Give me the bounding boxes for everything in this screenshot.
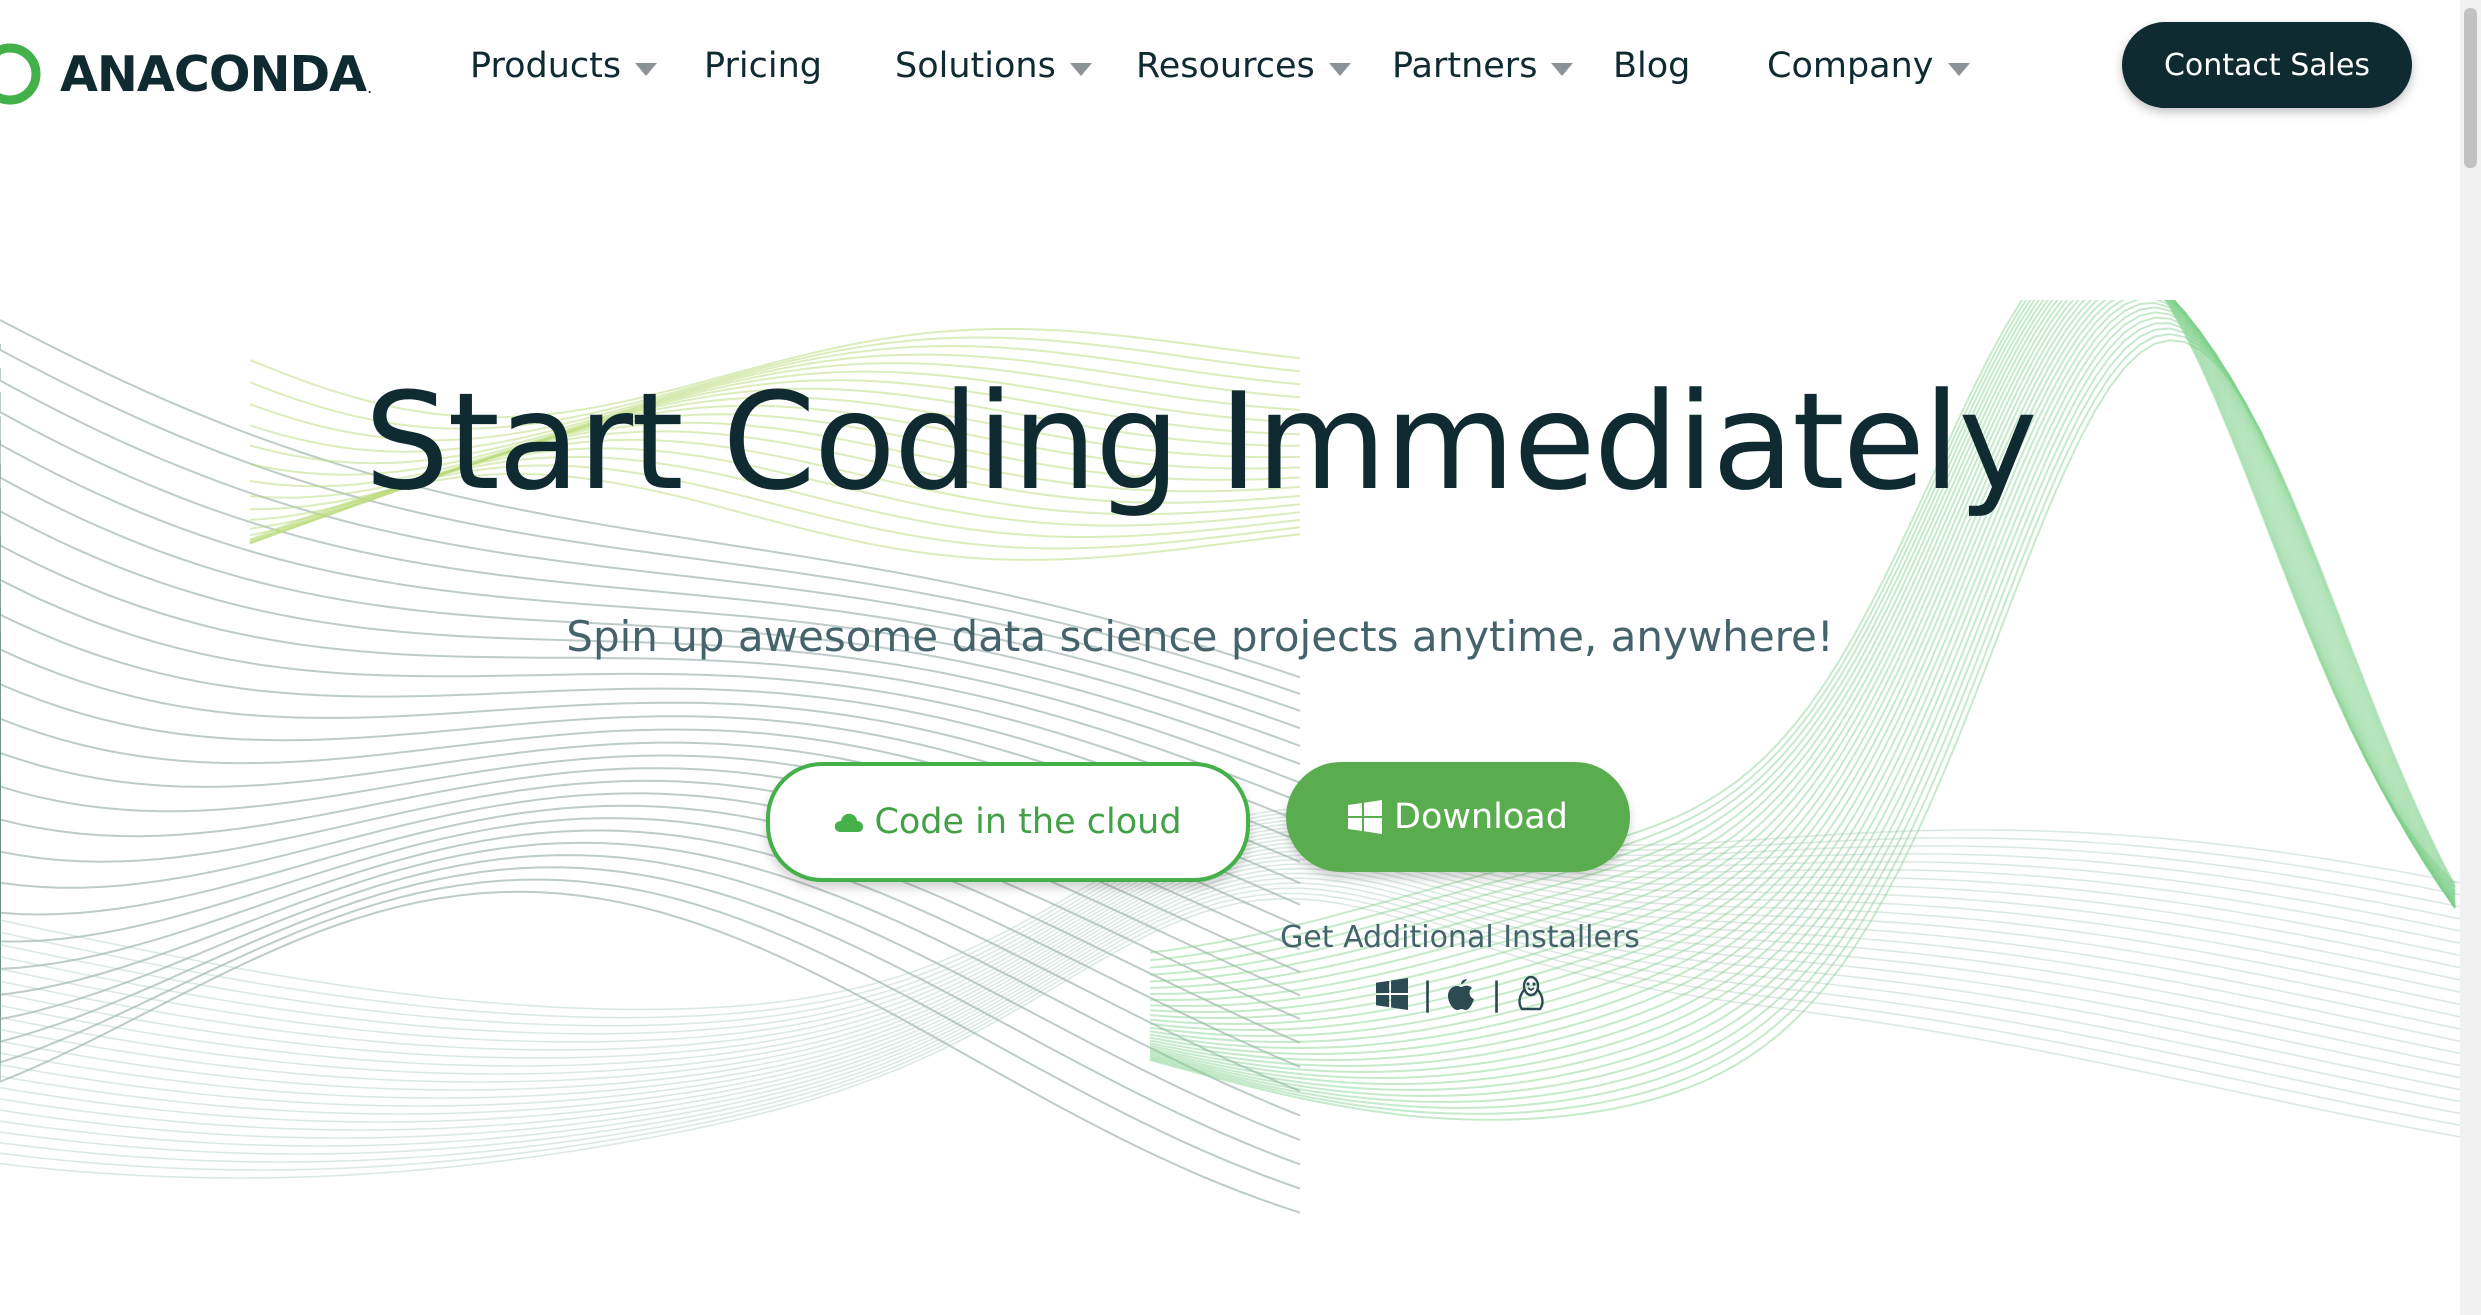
download-button[interactable]: Download <box>1286 762 1630 872</box>
windows-installer-link[interactable] <box>1376 978 1408 1010</box>
site-header: ANACONDA . Products Pricing Solutions Re… <box>0 0 2460 140</box>
nav-item-label: Blog <box>1613 46 1691 86</box>
nav-item-company[interactable]: Company <box>1767 38 1970 94</box>
nav-item-label: Partners <box>1392 46 1538 86</box>
installer-os-links: | | <box>1376 972 1546 1016</box>
cloud-icon <box>835 813 864 832</box>
apple-icon <box>1448 979 1474 1010</box>
windows-icon <box>1376 978 1408 1010</box>
caret-down-icon <box>635 62 658 76</box>
caret-down-icon <box>1328 62 1351 76</box>
code-in-the-cloud-button[interactable]: Code in the cloud <box>766 762 1250 882</box>
caret-down-icon <box>1551 62 1574 76</box>
separator: | <box>1491 975 1502 1013</box>
macos-installer-link[interactable] <box>1447 977 1477 1011</box>
linux-installer-link[interactable] <box>1516 976 1546 1012</box>
anaconda-logo[interactable]: ANACONDA . <box>0 34 372 114</box>
brand-wordmark-dot: . <box>367 76 373 97</box>
anaconda-ring-icon <box>0 43 41 105</box>
nav-item-label: Company <box>1767 46 1934 86</box>
nav-item-label: Pricing <box>704 46 822 86</box>
additional-installers-link[interactable]: Get Additional Installers <box>1200 920 1720 955</box>
nav-item-label: Solutions <box>895 46 1056 86</box>
windows-icon <box>1348 800 1382 834</box>
nav-item-products[interactable]: Products <box>470 38 658 94</box>
nav-item-label: Resources <box>1136 46 1315 86</box>
wave-line <box>0 863 2460 1123</box>
nav-item-solutions[interactable]: Solutions <box>895 38 1092 94</box>
caret-down-icon <box>1947 62 1970 76</box>
wave-line <box>0 890 1301 1214</box>
caret-down-icon <box>1069 62 1092 76</box>
nav-item-label: Products <box>470 46 622 86</box>
nav-item-partners[interactable]: Partners <box>1392 38 1574 94</box>
hero-title: Start Coding Immediately <box>364 364 2037 520</box>
scrollbar-thumb[interactable] <box>2464 8 2477 168</box>
brand-wordmark: ANACONDA <box>60 45 367 103</box>
contact-sales-button[interactable]: Contact Sales <box>2122 22 2412 108</box>
download-button-label: Download <box>1394 797 1568 837</box>
hero-subtitle: Spin up awesome data science projects an… <box>566 612 1834 661</box>
separator: | <box>1422 975 1433 1013</box>
nav-item-resources[interactable]: Resources <box>1136 38 1351 94</box>
linux-icon <box>1518 976 1544 1011</box>
page-scrollbar[interactable] <box>2460 0 2481 1315</box>
page: ANACONDA . Products Pricing Solutions Re… <box>0 0 2481 1315</box>
nav-item-pricing[interactable]: Pricing <box>704 38 822 94</box>
cloud-button-label: Code in the cloud <box>874 802 1182 842</box>
nav-item-blog[interactable]: Blog <box>1613 38 1690 94</box>
